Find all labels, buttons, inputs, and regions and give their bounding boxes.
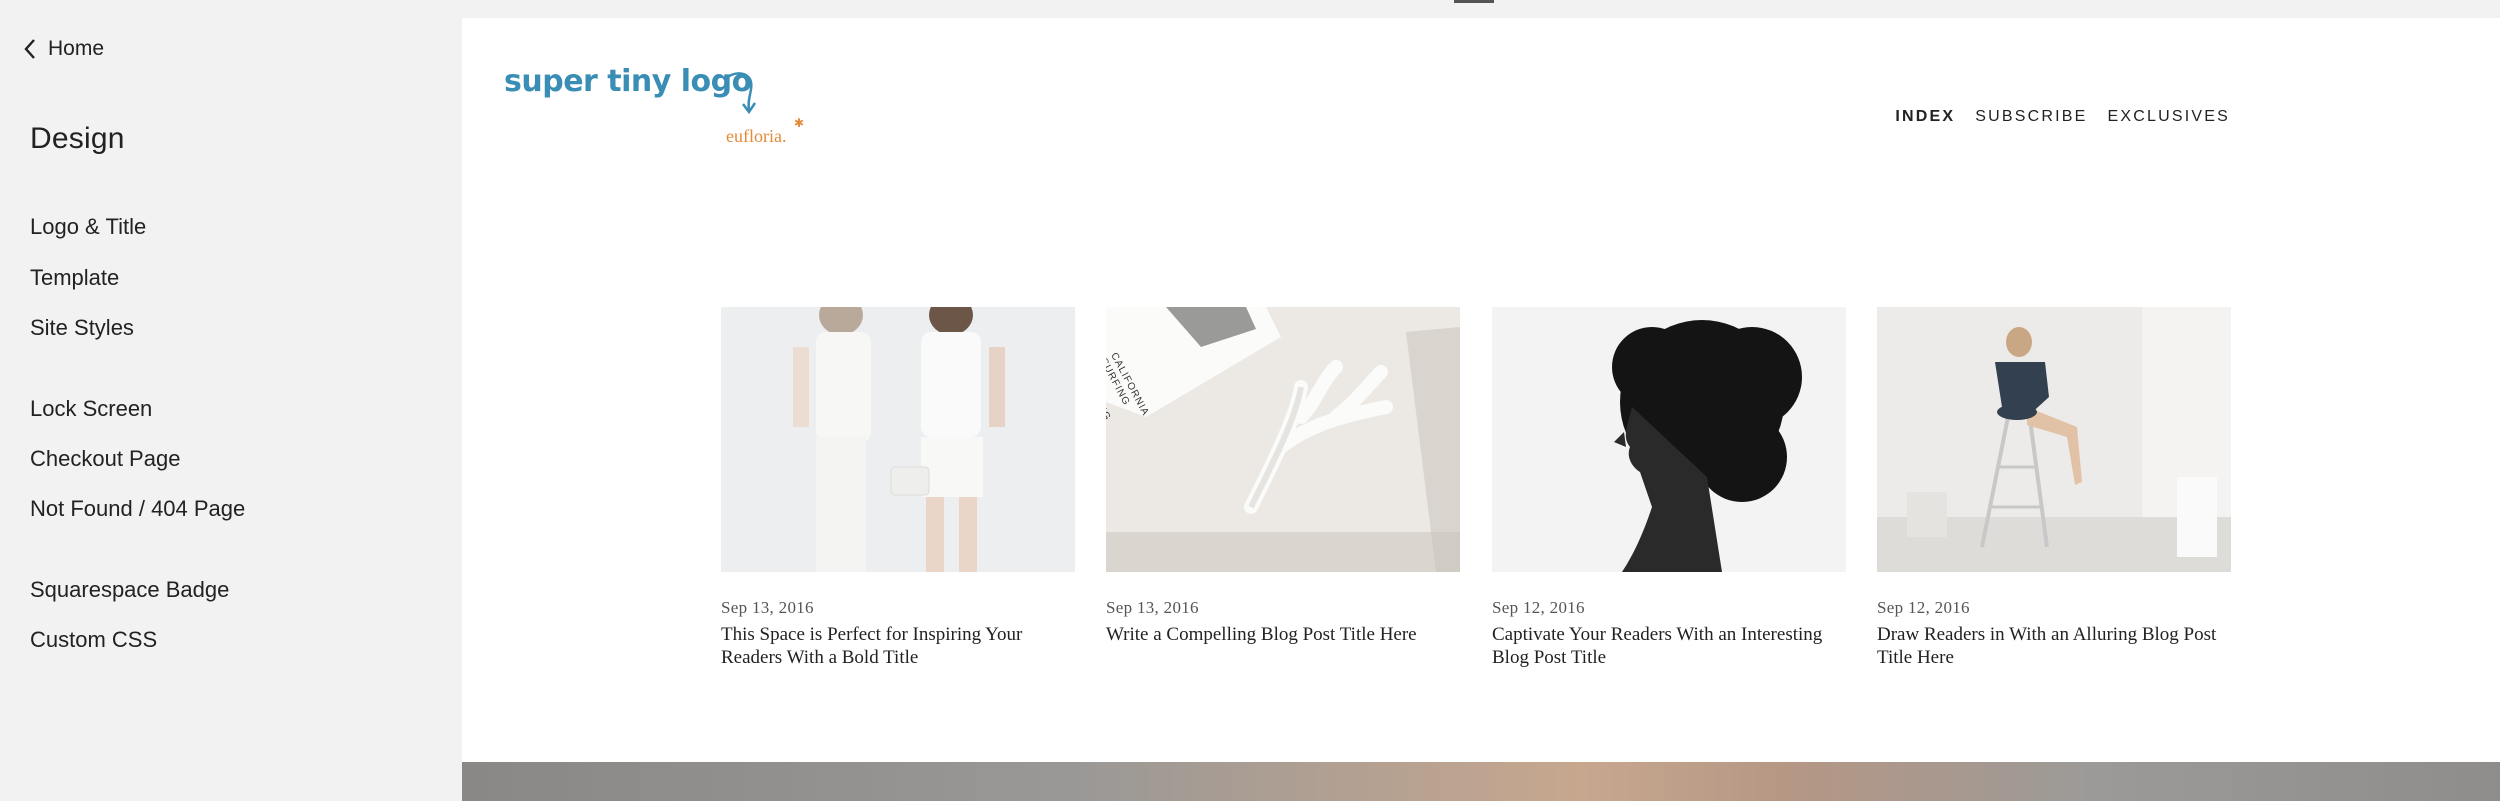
post-title-link[interactable]: Write a Compelling Blog Post Title Here: [1106, 623, 1460, 646]
post-thumbnail-woman-profile[interactable]: [1492, 307, 1846, 572]
logo-subtext: eufloria.: [726, 126, 787, 146]
post-title-link[interactable]: Draw Readers in With an Alluring Blog Po…: [1877, 623, 2231, 669]
logo-text: super tiny logo: [504, 64, 752, 99]
post-title-link[interactable]: This Space is Perfect for Inspiring Your…: [721, 623, 1075, 669]
nav-subscribe[interactable]: SUBSCRIBE: [1975, 108, 2087, 126]
menu-item-custom-css[interactable]: Custom CSS: [30, 625, 157, 655]
post-title-link[interactable]: Captivate Your Readers With an Interesti…: [1492, 623, 1846, 669]
post-thumbnail-two-women[interactable]: [721, 307, 1075, 572]
logo-arrow-icon: [723, 72, 757, 115]
menu-item-not-found-page[interactable]: Not Found / 404 Page: [30, 494, 245, 524]
menu-item-logo-title[interactable]: Logo & Title: [30, 212, 146, 242]
post-date: Sep 13, 2016: [1106, 598, 1199, 617]
site-nav: INDEX SUBSCRIBE EXCLUSIVES: [1895, 108, 2230, 126]
post-date: Sep 12, 2016: [1492, 598, 1585, 617]
menu-item-squarespace-badge[interactable]: Squarespace Badge: [30, 575, 229, 605]
blog-post-card: Sep 12, 2016 Draw Readers in With an All…: [1877, 307, 2231, 669]
menu-item-template[interactable]: Template: [30, 263, 119, 293]
nav-index[interactable]: INDEX: [1895, 108, 1955, 126]
logo-star-icon: ✱: [794, 116, 805, 130]
design-menu: Logo & Title Template Site Styles Lock S…: [30, 0, 430, 801]
post-thumbnail-antler-book[interactable]: CALIFORNIA SURFING AND CLIMBING IN THE F…: [1106, 307, 1460, 572]
design-sidebar: Home Design Logo & Title Template Site S…: [0, 0, 462, 801]
site-preview: super tiny logo eufloria. ✱ INDEX SUBSCR…: [462, 18, 2500, 801]
blog-post-card: Sep 12, 2016 Captivate Your Readers With…: [1492, 307, 1846, 669]
post-date: Sep 13, 2016: [721, 598, 814, 617]
site-logo[interactable]: super tiny logo eufloria. ✱: [504, 64, 824, 154]
menu-item-lock-screen[interactable]: Lock Screen: [30, 394, 152, 424]
blog-post-card: CALIFORNIA SURFING AND CLIMBING IN THE F…: [1106, 307, 1460, 646]
top-drag-indicator: [1454, 0, 1494, 3]
post-thumbnail-woman-ladder[interactable]: [1877, 307, 2231, 572]
menu-item-checkout-page[interactable]: Checkout Page: [30, 444, 180, 474]
nav-exclusives[interactable]: EXCLUSIVES: [2108, 108, 2230, 126]
post-date: Sep 12, 2016: [1877, 598, 1970, 617]
menu-item-site-styles[interactable]: Site Styles: [30, 313, 134, 343]
blog-post-card: Sep 13, 2016 This Space is Perfect for I…: [721, 307, 1075, 669]
hero-image-strip: [462, 762, 2500, 801]
blog-post-grid: Sep 13, 2016 This Space is Perfect for I…: [721, 307, 2231, 707]
